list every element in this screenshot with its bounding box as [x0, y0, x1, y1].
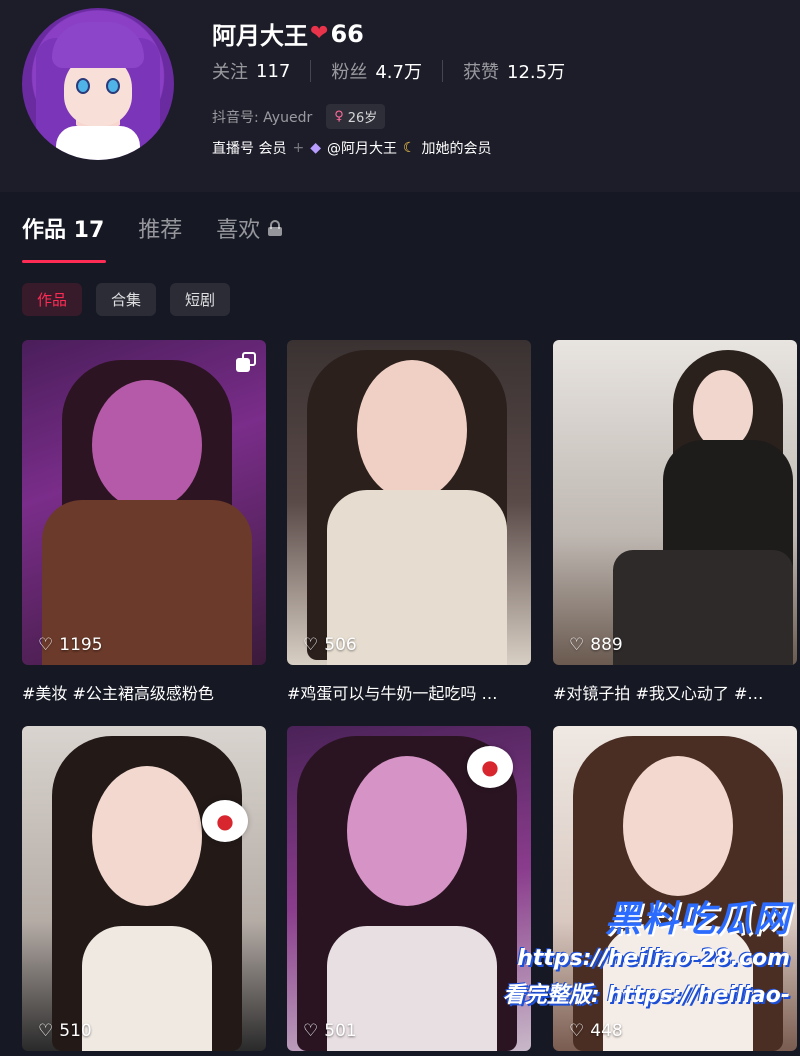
heart-icon: ♡ [569, 635, 585, 655]
plus-icon: + [292, 140, 305, 156]
like-count: ♡ 506 [303, 635, 357, 655]
like-count-text: 506 [324, 635, 357, 655]
female-icon: ♀ [334, 109, 344, 124]
gem-icon: ◆ [310, 140, 321, 156]
tab-active-indicator [22, 260, 106, 263]
photo-face [623, 756, 733, 896]
tab-likes-label: 喜欢 [216, 218, 261, 243]
video-caption[interactable]: #美妆 #公主裙高级感粉色 [22, 680, 266, 704]
apple-sticker-icon: ● [467, 746, 513, 788]
member-suffix[interactable]: 加她的会员 [422, 138, 492, 158]
like-count: ♡ 889 [569, 635, 623, 655]
profile-name-suffix: 66 [330, 19, 364, 48]
like-count-text: 501 [324, 1021, 357, 1041]
stat-followers-value[interactable]: 4.7万 [375, 58, 422, 84]
moon-icon: ☾ [402, 140, 416, 156]
photo-legs [613, 550, 793, 665]
tab-recommended[interactable]: 推荐 [138, 212, 182, 244]
profile-header: 阿月大王 ❤ 66 关注 117 粉丝 4.7万 获赞 12.5万 抖音号: A… [0, 0, 800, 192]
heart-icon: ♡ [38, 1021, 54, 1041]
stat-following-value[interactable]: 117 [256, 61, 290, 82]
profile-stats: 关注 117 粉丝 4.7万 获赞 12.5万 [212, 58, 565, 84]
profile-meta: 抖音号: Ayuedr ♀ 26岁 [212, 104, 386, 129]
member-row[interactable]: 直播号 会员 + ◆ @阿月大王 ☾ 加她的会员 [212, 138, 492, 158]
douyin-id: 抖音号: Ayuedr [212, 109, 313, 126]
stat-likes-value: 12.5万 [507, 62, 566, 83]
age-badge: ♀ 26岁 [326, 104, 386, 129]
heart-icon: ♡ [569, 1021, 585, 1041]
like-count-text: 889 [590, 635, 623, 655]
multi-image-icon [236, 352, 256, 372]
watermark-overlay: 黑料吃瓜网 https://heiliao-28.com 看完整版: https… [503, 890, 790, 1009]
video-card[interactable]: ♡ 889 [553, 340, 797, 665]
member-prefix: 直播号 会员 [212, 141, 287, 157]
heart-icon: ♡ [303, 1021, 319, 1041]
profile-name: 阿月大王 ❤ 66 [212, 16, 364, 51]
chip-short-drama[interactable]: 短剧 [170, 283, 231, 316]
stat-divider [442, 60, 443, 82]
like-count: ♡ 510 [38, 1021, 92, 1041]
stat-followers-label[interactable]: 粉丝 [331, 58, 367, 84]
video-caption[interactable]: #鸡蛋可以与牛奶一起吃吗 … [287, 680, 531, 704]
like-count: ♡ 448 [569, 1021, 623, 1041]
watermark-url: https://heiliao-28.com [517, 946, 790, 971]
profile-name-text: 阿月大王 [212, 22, 308, 50]
photo-face [92, 766, 202, 906]
heart-badge-icon: ❤ [310, 21, 329, 46]
photo-face [347, 756, 467, 906]
profile-tabs: 作品 17 推荐 喜欢 [22, 212, 283, 244]
avatar[interactable] [22, 8, 174, 160]
stat-likes-label: 获赞 [463, 62, 499, 83]
video-caption[interactable]: #对镜子拍 #我又心动了 #… [553, 680, 797, 704]
avatar-eye-right [106, 78, 120, 94]
video-card[interactable]: ● ♡ 510 [22, 726, 266, 1051]
photo-face [357, 360, 467, 500]
photo-face [92, 380, 202, 510]
video-card[interactable]: ● ♡ 501 [287, 726, 531, 1051]
tab-works[interactable]: 作品 17 [22, 212, 104, 244]
chip-collections[interactable]: 合集 [96, 283, 157, 316]
photo-body [82, 926, 212, 1051]
stat-divider [310, 60, 312, 82]
lock-icon [268, 220, 283, 236]
avatar-dress [56, 126, 140, 160]
like-count-text: 448 [590, 1021, 623, 1041]
stat-following-label[interactable]: 关注 [212, 58, 248, 84]
tab-likes[interactable]: 喜欢 [216, 212, 283, 244]
age-text: 26岁 [347, 111, 378, 126]
watermark-line2: 看完整版: https://heiliao- [502, 983, 790, 1008]
heart-icon: ♡ [38, 635, 54, 655]
like-count-text: 510 [59, 1021, 92, 1041]
video-card[interactable]: ♡ 1195 [22, 340, 266, 665]
avatar-bangs [52, 22, 144, 68]
like-count: ♡ 501 [303, 1021, 357, 1041]
watermark-title: 黑料吃瓜网 [604, 899, 790, 940]
apple-sticker-icon: ● [202, 800, 248, 842]
filter-chips: 作品 合集 短剧 [22, 283, 231, 316]
heart-icon: ♡ [303, 635, 319, 655]
chip-works[interactable]: 作品 [22, 283, 83, 316]
like-count-text: 1195 [59, 635, 103, 655]
avatar-eye-left [76, 78, 90, 94]
member-handle[interactable]: @阿月大王 [327, 138, 397, 158]
photo-face [693, 370, 753, 450]
like-count: ♡ 1195 [38, 635, 103, 655]
video-card[interactable]: ♡ 506 [287, 340, 531, 665]
